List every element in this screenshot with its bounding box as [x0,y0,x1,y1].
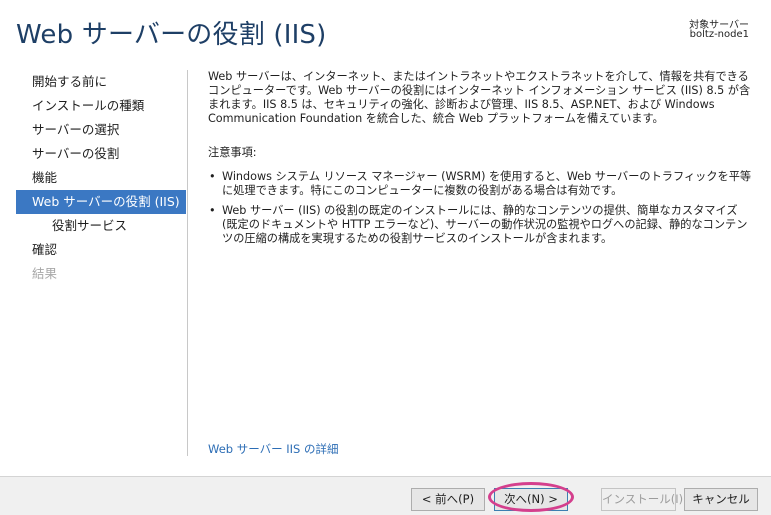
target-server-name: boltz-node1 [689,29,749,40]
bullet-icon: • [209,170,216,183]
notes-list: • Windows システム リソース マネージャー (WSRM) を使用すると… [208,170,753,246]
notes-heading: 注意事項: [208,146,257,159]
bullet-icon: • [209,204,216,217]
nav-item-server-roles[interactable]: サーバーの役割 [16,142,186,166]
list-item: • Windows システム リソース マネージャー (WSRM) を使用すると… [209,170,753,198]
main-content: Web サーバーは、インターネット、またはイントラネットやエクストラネットを介し… [208,70,753,252]
note-text: Web サーバー (IIS) の役割の既定のインストールには、静的なコンテンツの… [222,204,748,245]
nav-item-installation-type[interactable]: インストールの種類 [16,94,186,118]
nav-item-web-server-role[interactable]: Web サーバーの役割 (IIS) [16,190,186,214]
wizard-footer: < 前へ(P) 次へ(N) > インストール(I) キャンセル [0,476,771,515]
nav-divider [187,70,188,456]
install-button: インストール(I) [601,488,683,511]
nav-item-confirmation[interactable]: 確認 [16,238,186,262]
wizard-header: Web サーバーの役割 (IIS) 対象サーバー boltz-node1 [0,0,771,60]
nav-item-features[interactable]: 機能 [16,166,186,190]
intro-text: Web サーバーは、インターネット、またはイントラネットやエクストラネットを介し… [208,70,751,125]
note-text: Windows システム リソース マネージャー (WSRM) を使用すると、W… [222,170,752,197]
previous-button[interactable]: < 前へ(P) [411,488,485,511]
wizard-steps-nav: 開始する前に インストールの種類 サーバーの選択 サーバーの役割 機能 Web … [16,70,186,460]
cancel-button[interactable]: キャンセル [684,488,758,511]
page-title: Web サーバーの役割 (IIS) [16,20,327,50]
nav-item-before-you-begin[interactable]: 開始する前に [16,70,186,94]
list-item: • Web サーバー (IIS) の役割の既定のインストールには、静的なコンテン… [209,204,753,246]
nav-item-results: 結果 [32,266,58,281]
nav-item-server-selection[interactable]: サーバーの選択 [16,118,186,142]
more-info-link[interactable]: Web サーバー IIS の詳細 [208,441,339,457]
nav-item-role-services[interactable]: 役割サービス [16,214,186,238]
next-button[interactable]: 次へ(N) > [494,488,568,511]
